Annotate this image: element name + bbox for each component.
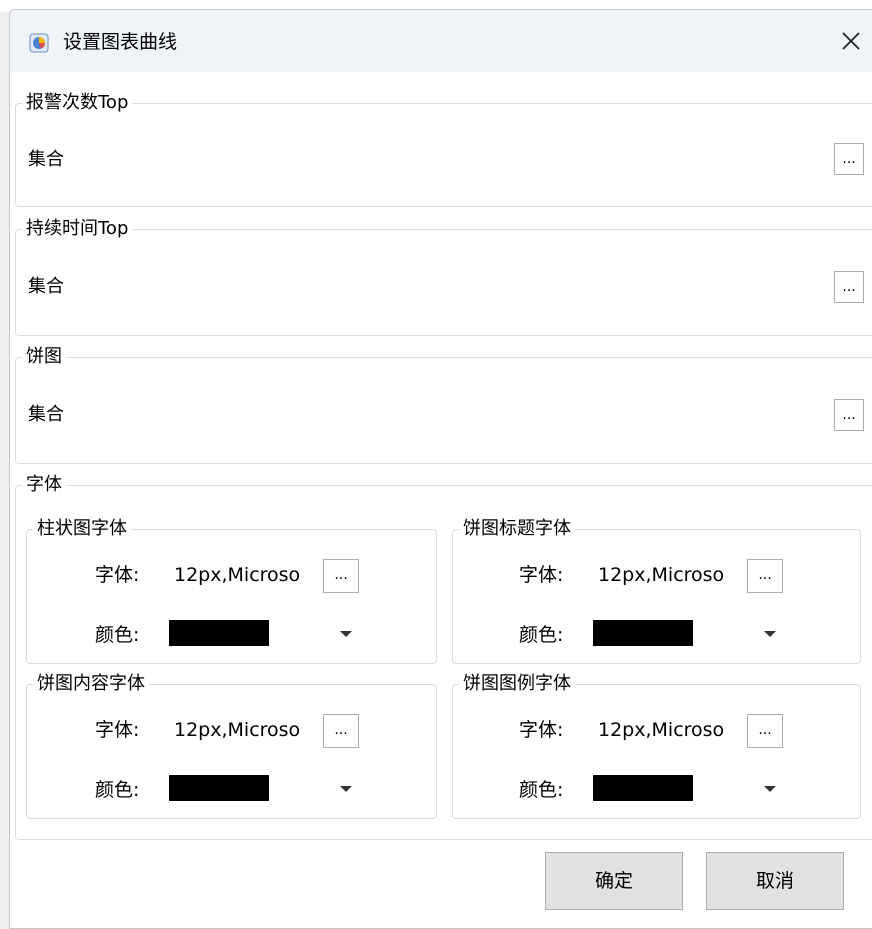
pie-content-font-value: 12px,Microso [174, 719, 301, 741]
pie-content-font-button[interactable]: ... [323, 714, 359, 748]
bar-chart-color-label: 颜色: [95, 624, 140, 646]
pie-legend-font-legend: 饼图图例字体 [459, 672, 575, 696]
alarm-count-collection-button[interactable]: ... [834, 143, 864, 175]
pie-legend-font-group: 饼图图例字体 字体: 12px,Microso ... 颜色: [452, 672, 861, 819]
pie-legend-font-button[interactable]: ... [747, 714, 783, 748]
pie-title-color-label: 颜色: [519, 624, 564, 646]
alarm-count-top-legend: 报警次数Top [22, 91, 133, 115]
pie-legend-color-dropdown-icon[interactable] [764, 786, 776, 792]
pie-title-font-legend: 饼图标题字体 [459, 517, 575, 541]
duration-collection-label: 集合 [28, 276, 64, 297]
bar-chart-font-group: 柱状图字体 字体: 12px,Microso ... 颜色: [26, 517, 437, 664]
pie-title-color-swatch[interactable] [593, 620, 693, 646]
dialog-window: 设置图表曲线 报警次数Top 集合 ... 持续时间Top 集合 ... 饼图 … [9, 9, 872, 929]
pie-chart-group: 饼图 集合 ... [15, 345, 872, 464]
bar-chart-font-legend: 柱状图字体 [33, 517, 131, 541]
duration-top-legend: 持续时间Top [22, 217, 133, 241]
pie-chart-legend: 饼图 [22, 345, 66, 369]
bar-chart-font-value: 12px,Microso [174, 564, 301, 586]
pie-legend-font-value: 12px,Microso [598, 719, 725, 741]
pie-title-font-button[interactable]: ... [747, 559, 783, 593]
pie-legend-color-label: 颜色: [519, 779, 564, 801]
pie-legend-color-swatch[interactable] [593, 775, 693, 801]
close-icon[interactable] [837, 27, 865, 55]
alarm-count-collection-label: 集合 [28, 149, 64, 170]
pie-content-font-label: 字体: [95, 719, 140, 741]
font-group: 字体 柱状图字体 字体: 12px,Microso ... 颜色: 饼图标题字体… [15, 473, 872, 840]
dialog-title: 设置图表曲线 [63, 31, 178, 53]
pie-collection-label: 集合 [28, 404, 64, 425]
pie-content-color-dropdown-icon[interactable] [340, 786, 352, 792]
duration-top-group: 持续时间Top 集合 ... [15, 217, 872, 336]
chart-app-icon [29, 33, 49, 53]
pie-content-color-label: 颜色: [95, 779, 140, 801]
pie-legend-font-label: 字体: [519, 719, 564, 741]
bar-chart-font-button[interactable]: ... [323, 559, 359, 593]
bar-chart-font-label: 字体: [95, 564, 140, 586]
pie-content-color-swatch[interactable] [169, 775, 269, 801]
pie-title-font-group: 饼图标题字体 字体: 12px,Microso ... 颜色: [452, 517, 861, 664]
pie-content-font-legend: 饼图内容字体 [33, 672, 149, 696]
ok-button[interactable]: 确定 [545, 852, 683, 910]
bar-chart-color-dropdown-icon[interactable] [340, 631, 352, 637]
pie-title-font-value: 12px,Microso [598, 564, 725, 586]
cancel-button[interactable]: 取消 [706, 852, 844, 910]
bar-chart-color-swatch[interactable] [169, 620, 269, 646]
title-bar: 设置图表曲线 [10, 10, 872, 72]
pie-content-font-group: 饼图内容字体 字体: 12px,Microso ... 颜色: [26, 672, 437, 819]
pie-title-font-label: 字体: [519, 564, 564, 586]
pie-collection-button[interactable]: ... [834, 399, 864, 431]
pie-title-color-dropdown-icon[interactable] [764, 631, 776, 637]
alarm-count-top-group: 报警次数Top 集合 ... [15, 91, 872, 207]
font-group-legend: 字体 [22, 473, 66, 497]
duration-collection-button[interactable]: ... [834, 271, 864, 303]
